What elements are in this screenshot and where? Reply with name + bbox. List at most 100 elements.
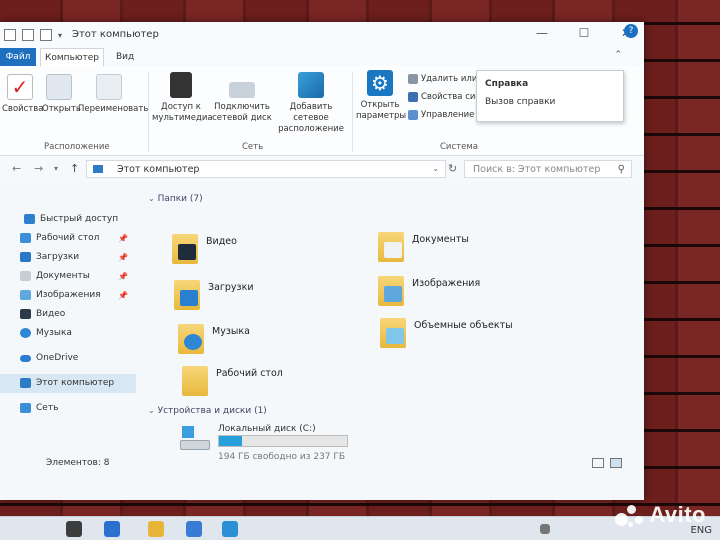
sidebar-item-documents[interactable]: Документы 📌 xyxy=(0,267,136,286)
maximize-icon[interactable]: ☐ xyxy=(574,26,594,42)
taskbar-app-icon[interactable] xyxy=(222,521,238,537)
taskbar-app-icon[interactable] xyxy=(104,521,120,537)
large-icons-view-icon[interactable] xyxy=(610,458,622,468)
search-input[interactable]: Поиск в: Этот компьютер ⚲ xyxy=(464,160,632,178)
search-placeholder: Поиск в: Этот компьютер xyxy=(473,164,601,175)
drive-usage-fill xyxy=(219,436,243,446)
taskbar: ENG xyxy=(0,516,720,540)
sidebar-item-desktop[interactable]: Рабочий стол 📌 xyxy=(0,229,136,248)
open-button[interactable]: Открыть xyxy=(42,74,81,115)
desktop-folder-icon xyxy=(182,366,208,396)
devices-section-header[interactable]: ⌄ Устройства и диски (1) xyxy=(148,406,267,416)
open-settings-button[interactable]: ⚙ Открыть параметры xyxy=(356,70,406,122)
sidebar-item-onedrive[interactable]: OneDrive xyxy=(0,349,136,368)
sidebar-item-label: Сеть xyxy=(36,403,59,413)
download-icon xyxy=(20,252,31,262)
properties-button[interactable]: ✓ Свойства xyxy=(2,74,44,115)
address-path: Этот компьютер xyxy=(117,164,200,175)
folder-pictures[interactable]: Изображения xyxy=(378,276,558,312)
map-network-drive-button[interactable]: Подключить сетевой диск xyxy=(212,72,272,124)
devices-header-label: Устройства и диски (1) xyxy=(157,406,267,416)
windows-drive-icon xyxy=(180,426,212,452)
sidebar-item-network[interactable]: Сеть xyxy=(0,399,136,418)
folder-downloads[interactable]: Загрузки xyxy=(174,280,334,316)
sidebar-item-this-pc[interactable]: Этот компьютер xyxy=(0,374,136,393)
uninstall-program-button[interactable]: Удалить или и xyxy=(408,74,486,84)
refresh-icon[interactable]: ↻ xyxy=(448,162,457,175)
taskbar-app-icon[interactable] xyxy=(186,521,202,537)
folder-3d-objects[interactable]: Объемные объекты xyxy=(380,318,580,354)
rename-button[interactable]: Переименовать xyxy=(78,74,148,115)
properties-label: Свойства xyxy=(2,104,44,114)
folder-music[interactable]: Музыка xyxy=(178,324,338,360)
pin-icon[interactable]: 📌 xyxy=(118,229,128,248)
navigation-pane: Быстрый доступ Рабочий стол 📌 Загрузки 📌… xyxy=(0,182,136,476)
up-arrow-icon[interactable]: ↑ xyxy=(70,162,79,175)
recent-locations-chevron-icon[interactable]: ▾ xyxy=(54,164,58,173)
group-label-location: Расположение xyxy=(44,142,110,152)
address-input[interactable]: Этот компьютер ⌄ xyxy=(86,160,446,178)
folders-header-label: Папки (7) xyxy=(157,194,203,204)
system-properties-button[interactable]: Свойства сист xyxy=(408,92,485,102)
help-popup-item[interactable]: Вызов справки xyxy=(485,97,615,107)
manage-label: Управление xyxy=(421,110,475,120)
network-icon xyxy=(20,403,31,413)
folder-label: Документы xyxy=(412,234,469,245)
sidebar-item-label: Рабочий стол xyxy=(36,233,100,243)
add-network-location-button[interactable]: Добавить сетевое расположение xyxy=(274,72,348,135)
music-icon xyxy=(20,328,31,338)
system-properties-icon xyxy=(408,92,418,102)
sidebar-item-label: Музыка xyxy=(36,328,72,338)
collapse-ribbon-icon[interactable]: ⌃ xyxy=(614,50,622,60)
manage-button[interactable]: Управление xyxy=(408,110,474,120)
properties-quick-icon[interactable] xyxy=(22,29,34,41)
media-access-line2: мультимедиа xyxy=(152,113,213,123)
folder-desktop[interactable]: Рабочий стол xyxy=(182,366,342,402)
tab-computer[interactable]: Компьютер xyxy=(40,48,104,66)
tab-file[interactable]: Файл xyxy=(0,48,36,66)
help-popup-title: Справка xyxy=(485,79,529,89)
downloads-folder-icon xyxy=(174,280,200,310)
tab-view[interactable]: Вид xyxy=(112,48,138,66)
back-arrow-icon[interactable]: ← xyxy=(12,162,21,175)
folder-videos[interactable]: Видео xyxy=(172,234,332,270)
folder-label: Видео xyxy=(206,236,237,247)
taskbar-app-icon[interactable] xyxy=(148,521,164,537)
tray-icon[interactable] xyxy=(540,524,550,534)
pin-icon[interactable]: 📌 xyxy=(118,286,128,305)
file-explorer-window: ▾ Этот компьютер — ☐ ✕ Файл Компьютер Ви… xyxy=(0,22,644,500)
explorer-body: Быстрый доступ Рабочий стол 📌 Загрузки 📌… xyxy=(0,182,644,476)
media-access-button[interactable]: Доступ к мультимедиа xyxy=(152,72,213,124)
drive-label: Локальный диск (C:) xyxy=(218,424,316,434)
pin-icon[interactable]: 📌 xyxy=(118,248,128,267)
open-label: Открыть xyxy=(42,104,81,114)
gear-icon: ⚙ xyxy=(367,70,393,96)
sidebar-item-downloads[interactable]: Загрузки 📌 xyxy=(0,248,136,267)
taskbar-app-icon[interactable] xyxy=(66,521,82,537)
folder-label: Музыка xyxy=(212,326,250,337)
sidebar-item-videos[interactable]: Видео xyxy=(0,305,136,324)
folder-label: Рабочий стол xyxy=(216,368,283,379)
map-drive-line2: сетевой диск xyxy=(212,113,272,123)
group-label-system: Система xyxy=(440,142,478,152)
pin-icon[interactable]: 📌 xyxy=(118,267,128,286)
chevron-down-icon[interactable]: ⌄ xyxy=(432,164,439,173)
chevron-down-icon: ⌄ xyxy=(148,194,155,203)
group-label-network: Сеть xyxy=(242,142,264,152)
help-icon[interactable]: ? xyxy=(624,24,638,38)
new-folder-quick-icon[interactable] xyxy=(40,29,52,41)
folders-section-header[interactable]: ⌄ Папки (7) xyxy=(148,194,203,204)
details-view-icon[interactable] xyxy=(592,458,604,468)
sidebar-item-quick-access[interactable]: Быстрый доступ xyxy=(0,210,136,229)
sidebar-item-pictures[interactable]: Изображения 📌 xyxy=(0,286,136,305)
folder-documents[interactable]: Документы xyxy=(378,232,558,268)
quick-access-icon[interactable] xyxy=(4,29,16,41)
forward-arrow-icon[interactable]: → xyxy=(34,162,43,175)
minimize-icon[interactable]: — xyxy=(532,26,552,42)
title-bar: ▾ Этот компьютер — ☐ ✕ xyxy=(0,22,644,48)
desktop-icon xyxy=(20,233,31,243)
video-folder-icon xyxy=(172,234,198,264)
sidebar-item-music[interactable]: Музыка xyxy=(0,324,136,343)
map-drive-line1: Подключить xyxy=(214,102,270,112)
chevron-down-icon[interactable]: ▾ xyxy=(58,31,62,40)
